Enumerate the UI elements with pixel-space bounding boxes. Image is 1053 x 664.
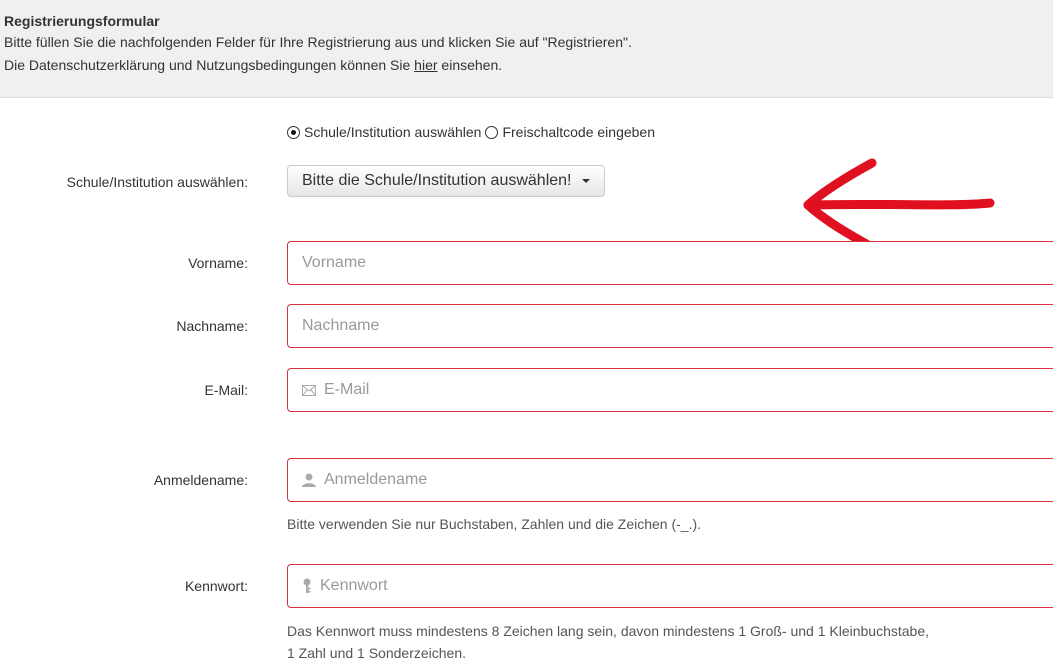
registration-mode-group: Schule/Institution auswählen Freischaltc… — [287, 120, 659, 144]
radio-code-label[interactable]: Freischaltcode eingeben — [502, 124, 655, 140]
username-input[interactable] — [324, 471, 1024, 489]
school-dropdown-value: Bitte die Schule/Institution auswählen! — [302, 172, 572, 189]
username-help: Bitte verwenden Sie nur Buchstaben, Zahl… — [287, 516, 702, 532]
school-label: Schule/Institution auswählen: — [66, 174, 248, 190]
firstname-label: Vorname: — [188, 255, 248, 271]
password-help-line1: Das Kennwort muss mindestens 8 Zeichen l… — [287, 623, 930, 639]
lastname-label: Nachname: — [176, 318, 248, 334]
username-field[interactable] — [287, 458, 1053, 502]
caret-down-icon — [581, 179, 590, 183]
email-field[interactable] — [287, 368, 1053, 412]
privacy-text-before: Die Datenschutzerklärung und Nutzungsbed… — [4, 57, 415, 73]
email-label: E-Mail: — [204, 382, 248, 398]
form-instructions: Bitte füllen Sie die nachfolgenden Felde… — [4, 34, 632, 50]
lastname-field[interactable] — [287, 304, 1053, 348]
key-icon — [302, 578, 312, 594]
privacy-link[interactable]: hier — [414, 57, 437, 73]
radio-code[interactable] — [485, 125, 499, 139]
lastname-input[interactable] — [302, 317, 1002, 335]
school-dropdown[interactable]: Bitte die Schule/Institution auswählen! — [287, 165, 605, 197]
password-help-line2: 1 Zahl und 1 Sonderzeichen. — [287, 645, 467, 661]
email-input[interactable] — [324, 381, 1024, 399]
password-field[interactable] — [287, 564, 1053, 608]
privacy-text-after: einsehen. — [437, 57, 503, 73]
privacy-notice: Die Datenschutzerklärung und Nutzungsbed… — [4, 54, 1049, 77]
firstname-input[interactable] — [302, 254, 1002, 272]
password-help: Das Kennwort muss mindestens 8 Zeichen l… — [287, 620, 1053, 664]
form-title: Registrierungsformular — [4, 13, 160, 29]
password-input[interactable] — [320, 577, 1020, 595]
password-label: Kennwort: — [184, 578, 248, 594]
radio-school-label[interactable]: Schule/Institution auswählen — [304, 124, 481, 140]
envelope-icon — [302, 384, 316, 396]
form-header: Registrierungsformular Bitte füllen Sie … — [0, 0, 1053, 98]
radio-school[interactable] — [287, 125, 300, 139]
firstname-field[interactable] — [287, 241, 1053, 285]
username-label: Anmeldename: — [153, 472, 248, 488]
user-icon — [302, 473, 316, 487]
